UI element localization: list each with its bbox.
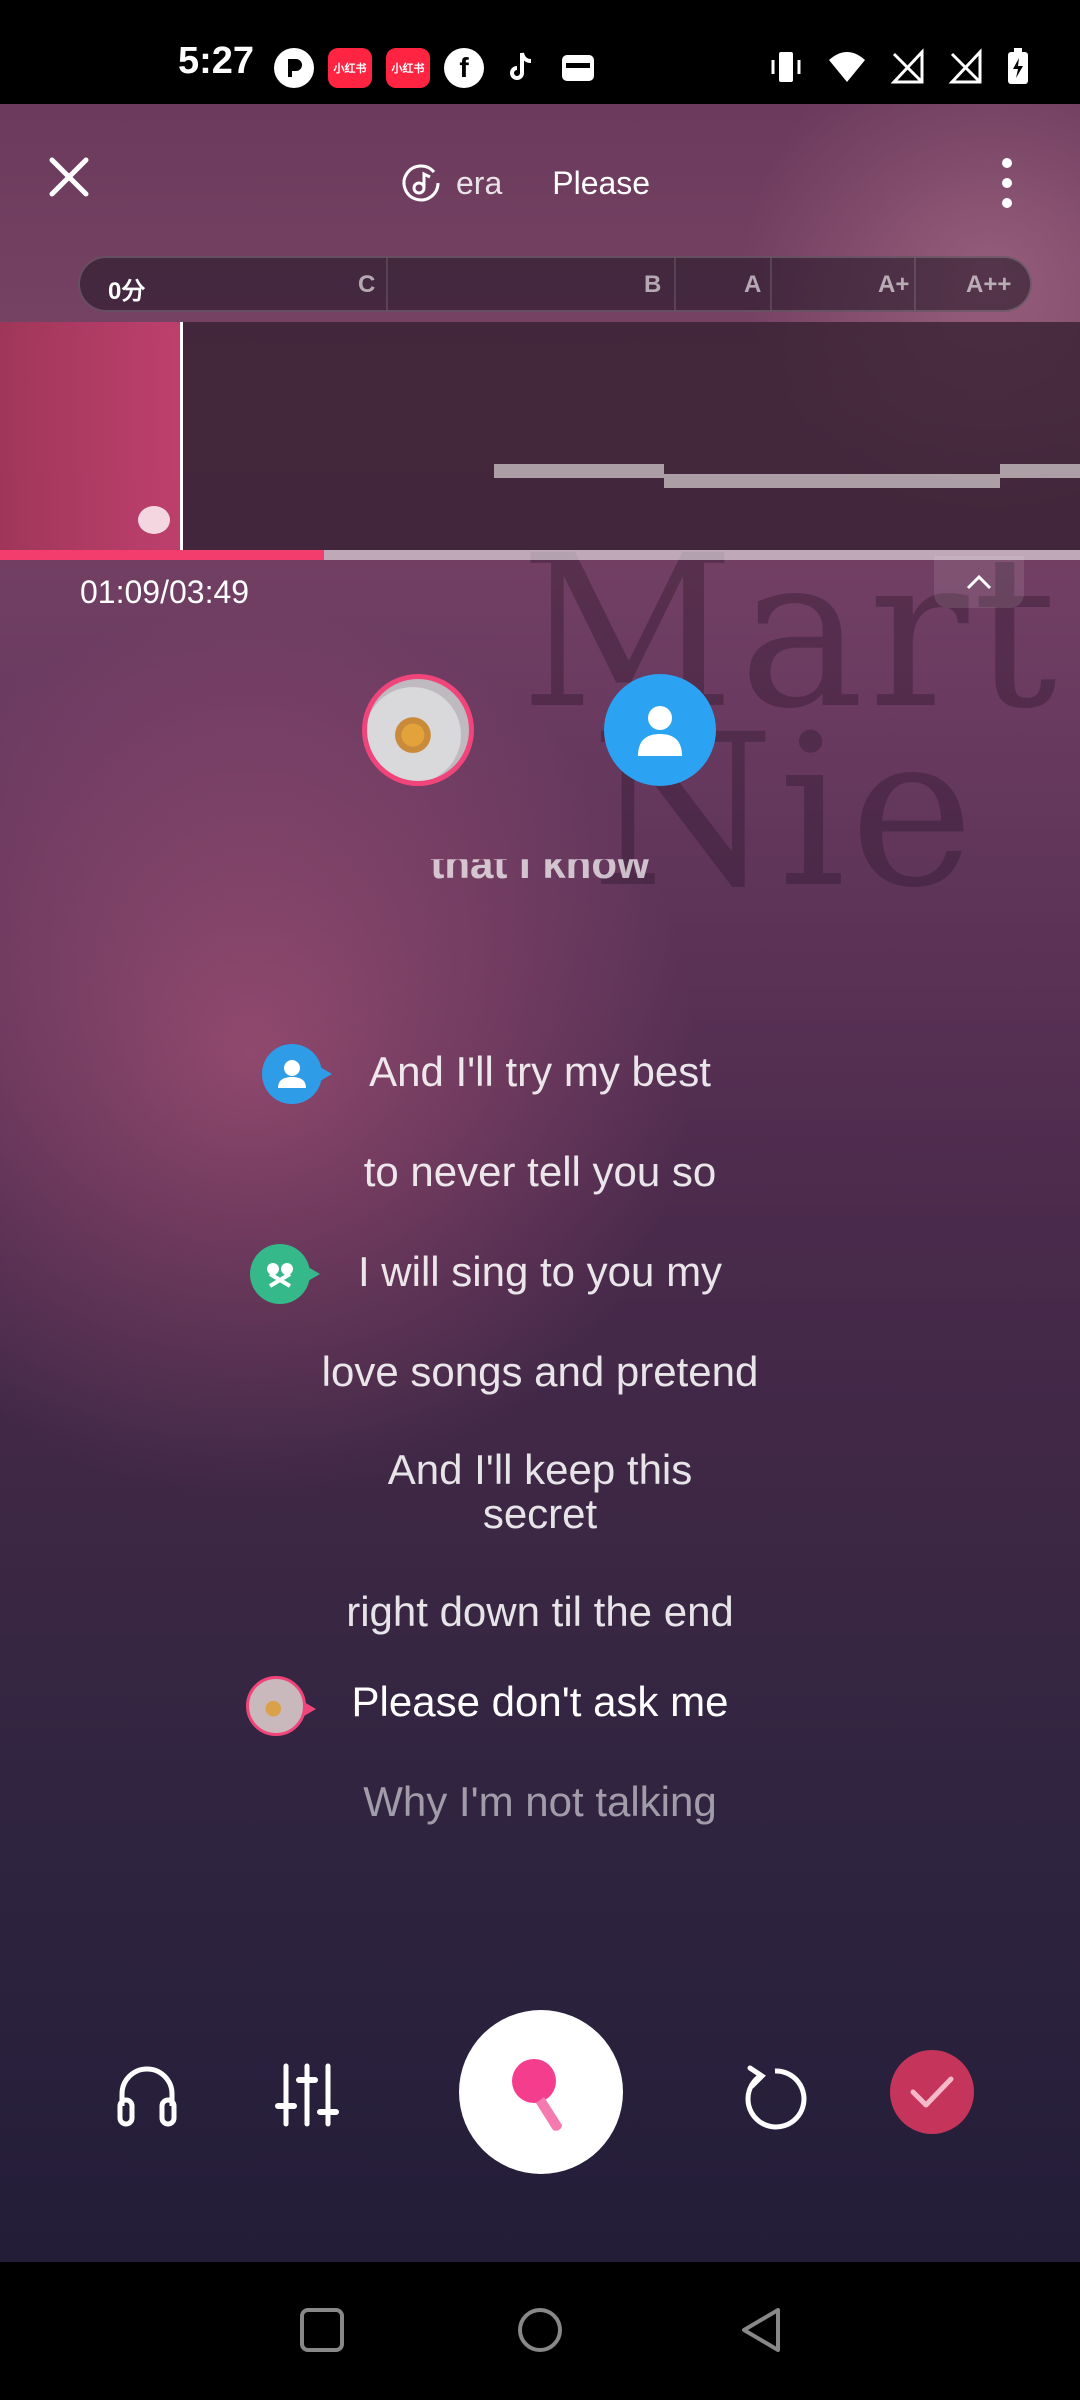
grade-c: C — [358, 271, 376, 298]
song-progress-bar[interactable] — [0, 550, 1080, 560]
facebook-icon: f — [444, 48, 484, 88]
grade-divider — [914, 258, 916, 310]
score-value: 0分 — [108, 278, 146, 305]
chevron-up-icon — [966, 574, 992, 590]
lyric-line: I will sing to you my — [357, 1248, 723, 1295]
grade-a-plus: A+ — [878, 271, 910, 298]
no-signal-icon — [948, 48, 982, 84]
wifi-icon — [829, 52, 865, 82]
pitch-note — [1000, 464, 1080, 478]
xiaohongshu-icon: 小红书 — [386, 48, 430, 88]
lyric-line-current: Please don't ask me — [351, 1678, 729, 1725]
pitch-note — [494, 464, 664, 478]
no-signal-icon — [890, 48, 924, 84]
notification-icons: 小红书 小红书 f — [274, 48, 600, 88]
lyric-line: to never tell you so — [363, 1148, 717, 1195]
lyric-line: right down til the end — [346, 1588, 734, 1635]
tab-song-label: Please — [552, 164, 651, 201]
status-bar: 5:27 小红书 小红书 f — [0, 0, 1080, 104]
finish-button[interactable] — [890, 2050, 974, 2134]
status-time: 5:27 — [178, 40, 255, 82]
pocket-icon — [274, 48, 314, 88]
person-icon — [638, 706, 682, 756]
lyric-line: And I'll try my best — [369, 1048, 711, 1095]
record-button[interactable] — [459, 2010, 623, 2174]
karaoke-screen: Mart Nie era Please 0分 C B A A+ A++ 01:0… — [0, 104, 1080, 2262]
tiktok-icon — [498, 48, 542, 88]
song-progress-fill — [0, 550, 324, 560]
header-tabs: era Please — [400, 162, 650, 204]
battery-charging-icon — [1008, 48, 1028, 84]
more-options-icon[interactable] — [994, 156, 1020, 210]
lyric-line: And I'll keep this — [387, 1446, 693, 1493]
recents-icon[interactable] — [298, 2306, 346, 2354]
home-icon[interactable] — [516, 2306, 564, 2354]
checkmark-icon — [910, 2076, 954, 2108]
tab-artist[interactable]: era — [400, 162, 502, 204]
back-icon[interactable] — [738, 2306, 786, 2354]
grade-divider — [674, 258, 676, 310]
tab-song[interactable]: Please — [552, 165, 650, 202]
wallet-icon — [556, 48, 600, 88]
lyric-line-next: Why I'm not talking — [363, 1778, 717, 1825]
pitch-note — [664, 474, 1000, 488]
lyric-line: secret — [482, 1490, 598, 1537]
vibrate-icon — [771, 52, 801, 82]
grade-divider — [770, 258, 772, 310]
headphones-icon[interactable] — [114, 2062, 180, 2128]
grade-a: A — [744, 271, 762, 298]
tab-artist-label: era — [456, 164, 503, 201]
singer-avatar-user[interactable] — [362, 674, 474, 786]
grade-a-plus-plus: A++ — [966, 271, 1012, 298]
score-bar: 0分 C B A A+ A++ — [78, 256, 1032, 312]
collapse-button[interactable] — [934, 556, 1024, 608]
xiaohongshu-icon: 小红书 — [328, 48, 372, 88]
grade-divider — [386, 258, 388, 310]
microphone-icon — [512, 2059, 562, 2131]
playback-time: 01:09/03:49 — [80, 574, 250, 610]
music-note-icon — [402, 164, 440, 202]
lyric-line: love songs and pretend — [321, 1348, 759, 1395]
system-icons — [768, 48, 1030, 86]
pitch-cursor — [180, 322, 183, 550]
singer-avatar-partner[interactable] — [604, 674, 716, 786]
equalizer-icon[interactable] — [274, 2062, 340, 2128]
grade-b: B — [644, 271, 662, 298]
close-icon[interactable] — [46, 154, 92, 200]
voice-pitch-indicator — [138, 506, 170, 534]
navigation-bar — [0, 2262, 1080, 2400]
restart-icon[interactable] — [740, 2064, 810, 2134]
